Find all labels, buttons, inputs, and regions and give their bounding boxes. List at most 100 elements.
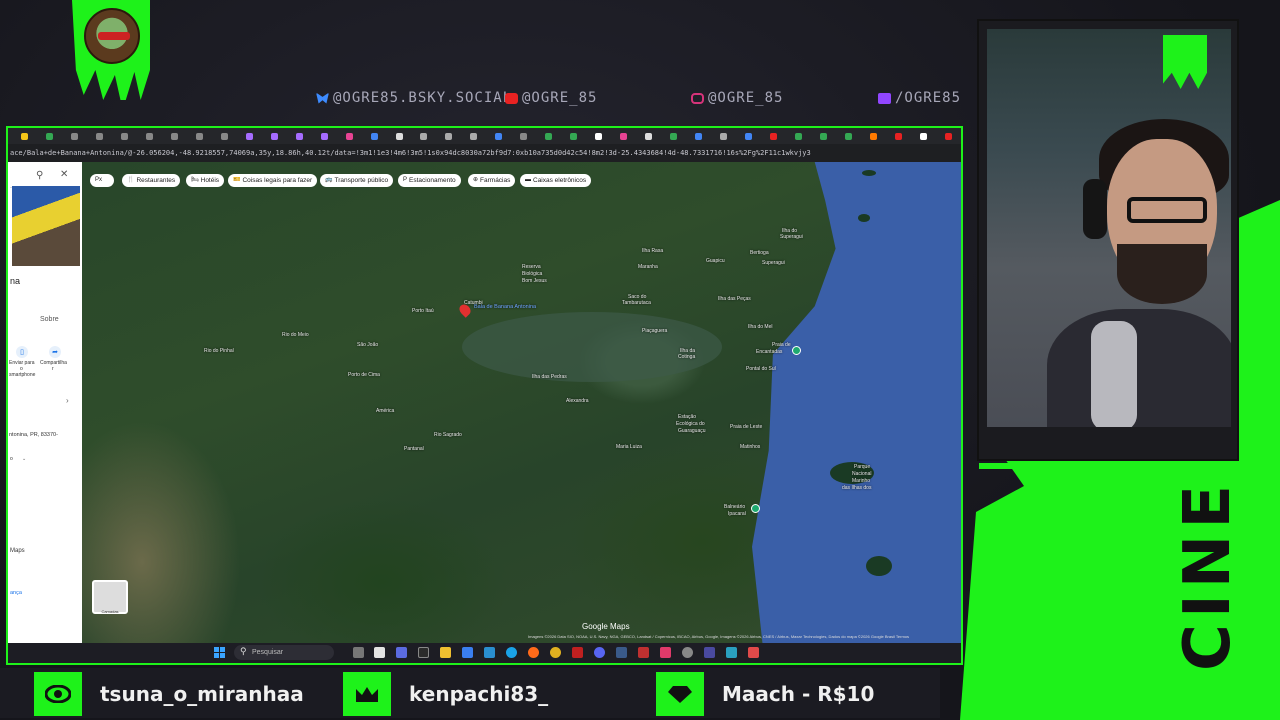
app-icon[interactable] bbox=[748, 647, 759, 658]
map-place-label[interactable]: Balneário bbox=[724, 504, 745, 510]
map-place-label[interactable]: Ilha das Pedras bbox=[532, 374, 567, 380]
bookmark-item[interactable] bbox=[237, 128, 262, 144]
windows-start-icon[interactable] bbox=[214, 647, 225, 658]
bookmark-item[interactable] bbox=[661, 128, 686, 144]
map-place-label[interactable]: Cotinga bbox=[678, 354, 695, 360]
app-icon[interactable] bbox=[396, 647, 407, 658]
place-photo[interactable] bbox=[12, 186, 80, 266]
bookmark-item[interactable] bbox=[362, 128, 387, 144]
bookmark-item[interactable] bbox=[12, 128, 37, 144]
chevron-right-icon[interactable]: › bbox=[66, 396, 69, 405]
map-place-label[interactable]: Porto Itaú bbox=[412, 308, 434, 314]
map-place-label[interactable]: Ilha Rasa bbox=[642, 248, 663, 254]
map-place-label[interactable]: Encantadas bbox=[756, 349, 782, 355]
map-place-label[interactable]: Bom Jesus bbox=[522, 278, 547, 284]
app-icon[interactable] bbox=[374, 647, 385, 658]
map-place-label[interactable]: Praia de Leste bbox=[730, 424, 762, 430]
bookmark-item[interactable] bbox=[162, 128, 187, 144]
bookmark-item[interactable] bbox=[212, 128, 237, 144]
bookmark-item[interactable] bbox=[87, 128, 112, 144]
bookmark-item[interactable] bbox=[536, 128, 561, 144]
bookmark-item[interactable] bbox=[611, 128, 636, 144]
bookmark-item[interactable] bbox=[736, 128, 761, 144]
share-icon[interactable]: ➦ bbox=[49, 346, 61, 358]
send-to-phone-icon[interactable]: ▯ bbox=[16, 346, 28, 358]
poi-marker-icon[interactable] bbox=[751, 504, 760, 513]
filter-chip-parking[interactable]: P Estacionamento bbox=[398, 174, 461, 187]
bookmark-item[interactable] bbox=[936, 128, 961, 144]
map-place-label[interactable]: Estação bbox=[678, 414, 696, 420]
panel-link[interactable]: ança bbox=[10, 590, 22, 596]
map-place-label[interactable]: Porto de Cima bbox=[348, 372, 380, 378]
map-place-label[interactable]: Ilha do Mel bbox=[748, 324, 772, 330]
close-icon[interactable]: ✕ bbox=[60, 169, 68, 180]
edge-icon[interactable] bbox=[506, 647, 517, 658]
app-icon[interactable] bbox=[638, 647, 649, 658]
bookmark-item[interactable] bbox=[561, 128, 586, 144]
filter-chip-transit[interactable]: 🚌 Transporte público bbox=[320, 174, 394, 187]
map-place-label[interactable]: Maranha bbox=[638, 264, 658, 270]
bookmark-item[interactable] bbox=[137, 128, 162, 144]
map-place-label[interactable]: Pontal do Sul bbox=[746, 366, 776, 372]
map-place-label[interactable]: Pantanal bbox=[404, 446, 424, 452]
bookmark-item[interactable] bbox=[911, 128, 936, 144]
map-place-label[interactable]: Biológica bbox=[522, 271, 542, 277]
map-place-label[interactable]: Ipacaraí bbox=[728, 511, 746, 517]
map-place-label[interactable]: Praia de bbox=[772, 342, 791, 348]
bookmark-item[interactable] bbox=[37, 128, 62, 144]
bookmark-item[interactable] bbox=[686, 128, 711, 144]
layer-toggle-chip[interactable]: Px bbox=[90, 174, 114, 187]
map-place-label[interactable]: Marinho bbox=[852, 478, 870, 484]
map-place-label[interactable]: São João bbox=[357, 342, 378, 348]
map-place-label[interactable]: Guapicu bbox=[706, 258, 725, 264]
app-icon[interactable] bbox=[572, 647, 583, 658]
bookmark-item[interactable] bbox=[511, 128, 536, 144]
bookmark-item[interactable] bbox=[811, 128, 836, 144]
bookmark-item[interactable] bbox=[436, 128, 461, 144]
map-place-label[interactable]: Matinhos bbox=[740, 444, 760, 450]
taskbar-search[interactable]: Pesquisar bbox=[234, 645, 334, 660]
app-icon[interactable] bbox=[418, 647, 429, 658]
discord-icon[interactable] bbox=[594, 647, 605, 658]
filter-chip-things-to-do[interactable]: 🎫 Coisas legais para fazer bbox=[228, 174, 318, 187]
address-bar[interactable]: ace/Bala+de+Banana+Antonina/@-26.056204,… bbox=[8, 144, 961, 162]
app-icon[interactable] bbox=[550, 647, 561, 658]
tab-about[interactable]: Sobre bbox=[40, 316, 59, 323]
bookmark-item[interactable] bbox=[187, 128, 212, 144]
bookmark-item[interactable] bbox=[112, 128, 137, 144]
map-place-label[interactable]: Reserva bbox=[522, 264, 541, 270]
firefox-icon[interactable] bbox=[528, 647, 539, 658]
bookmark-item[interactable] bbox=[786, 128, 811, 144]
filter-chip-restaurants[interactable]: 🍴 Restaurantes bbox=[122, 174, 181, 187]
app-icon[interactable] bbox=[726, 647, 737, 658]
map-place-label[interactable]: Guaraguaçu bbox=[678, 428, 706, 434]
bookmark-item[interactable] bbox=[412, 128, 437, 144]
bookmark-item[interactable] bbox=[461, 128, 486, 144]
poi-marker-icon[interactable] bbox=[792, 346, 801, 355]
file-explorer-icon[interactable] bbox=[440, 647, 451, 658]
map-place-label[interactable]: Parque bbox=[854, 464, 870, 470]
bookmark-item[interactable] bbox=[62, 128, 87, 144]
pin-label[interactable]: Bala de Banana Antonina bbox=[474, 304, 536, 310]
app-icon[interactable] bbox=[704, 647, 715, 658]
map-place-label[interactable]: Bertioga bbox=[750, 250, 769, 256]
map-place-label[interactable]: Rio do Meio bbox=[282, 332, 309, 338]
layers-button[interactable]: Camadas bbox=[92, 580, 128, 614]
bookmark-item[interactable] bbox=[486, 128, 511, 144]
settings-icon[interactable] bbox=[682, 647, 693, 658]
bookmark-item[interactable] bbox=[711, 128, 736, 144]
map-place-label[interactable]: Catumbi bbox=[464, 300, 483, 306]
bookmark-item[interactable] bbox=[886, 128, 911, 144]
map-place-label[interactable]: Tambarutaca bbox=[622, 300, 651, 306]
map-place-label[interactable]: Piaçaguera bbox=[642, 328, 667, 334]
bookmark-item[interactable] bbox=[387, 128, 412, 144]
bookmark-item[interactable] bbox=[861, 128, 886, 144]
map-place-label[interactable]: Maria Luiza bbox=[616, 444, 642, 450]
map-place-label[interactable]: Alexandra bbox=[566, 398, 589, 404]
steam-icon[interactable] bbox=[616, 647, 627, 658]
map-place-label[interactable]: Superagui bbox=[780, 234, 803, 240]
panel-search-box[interactable]: ⚲ ✕ bbox=[10, 166, 80, 188]
bookmark-item[interactable] bbox=[636, 128, 661, 144]
bookmark-item[interactable] bbox=[761, 128, 786, 144]
map-place-label[interactable]: Rio Sagrado bbox=[434, 432, 462, 438]
